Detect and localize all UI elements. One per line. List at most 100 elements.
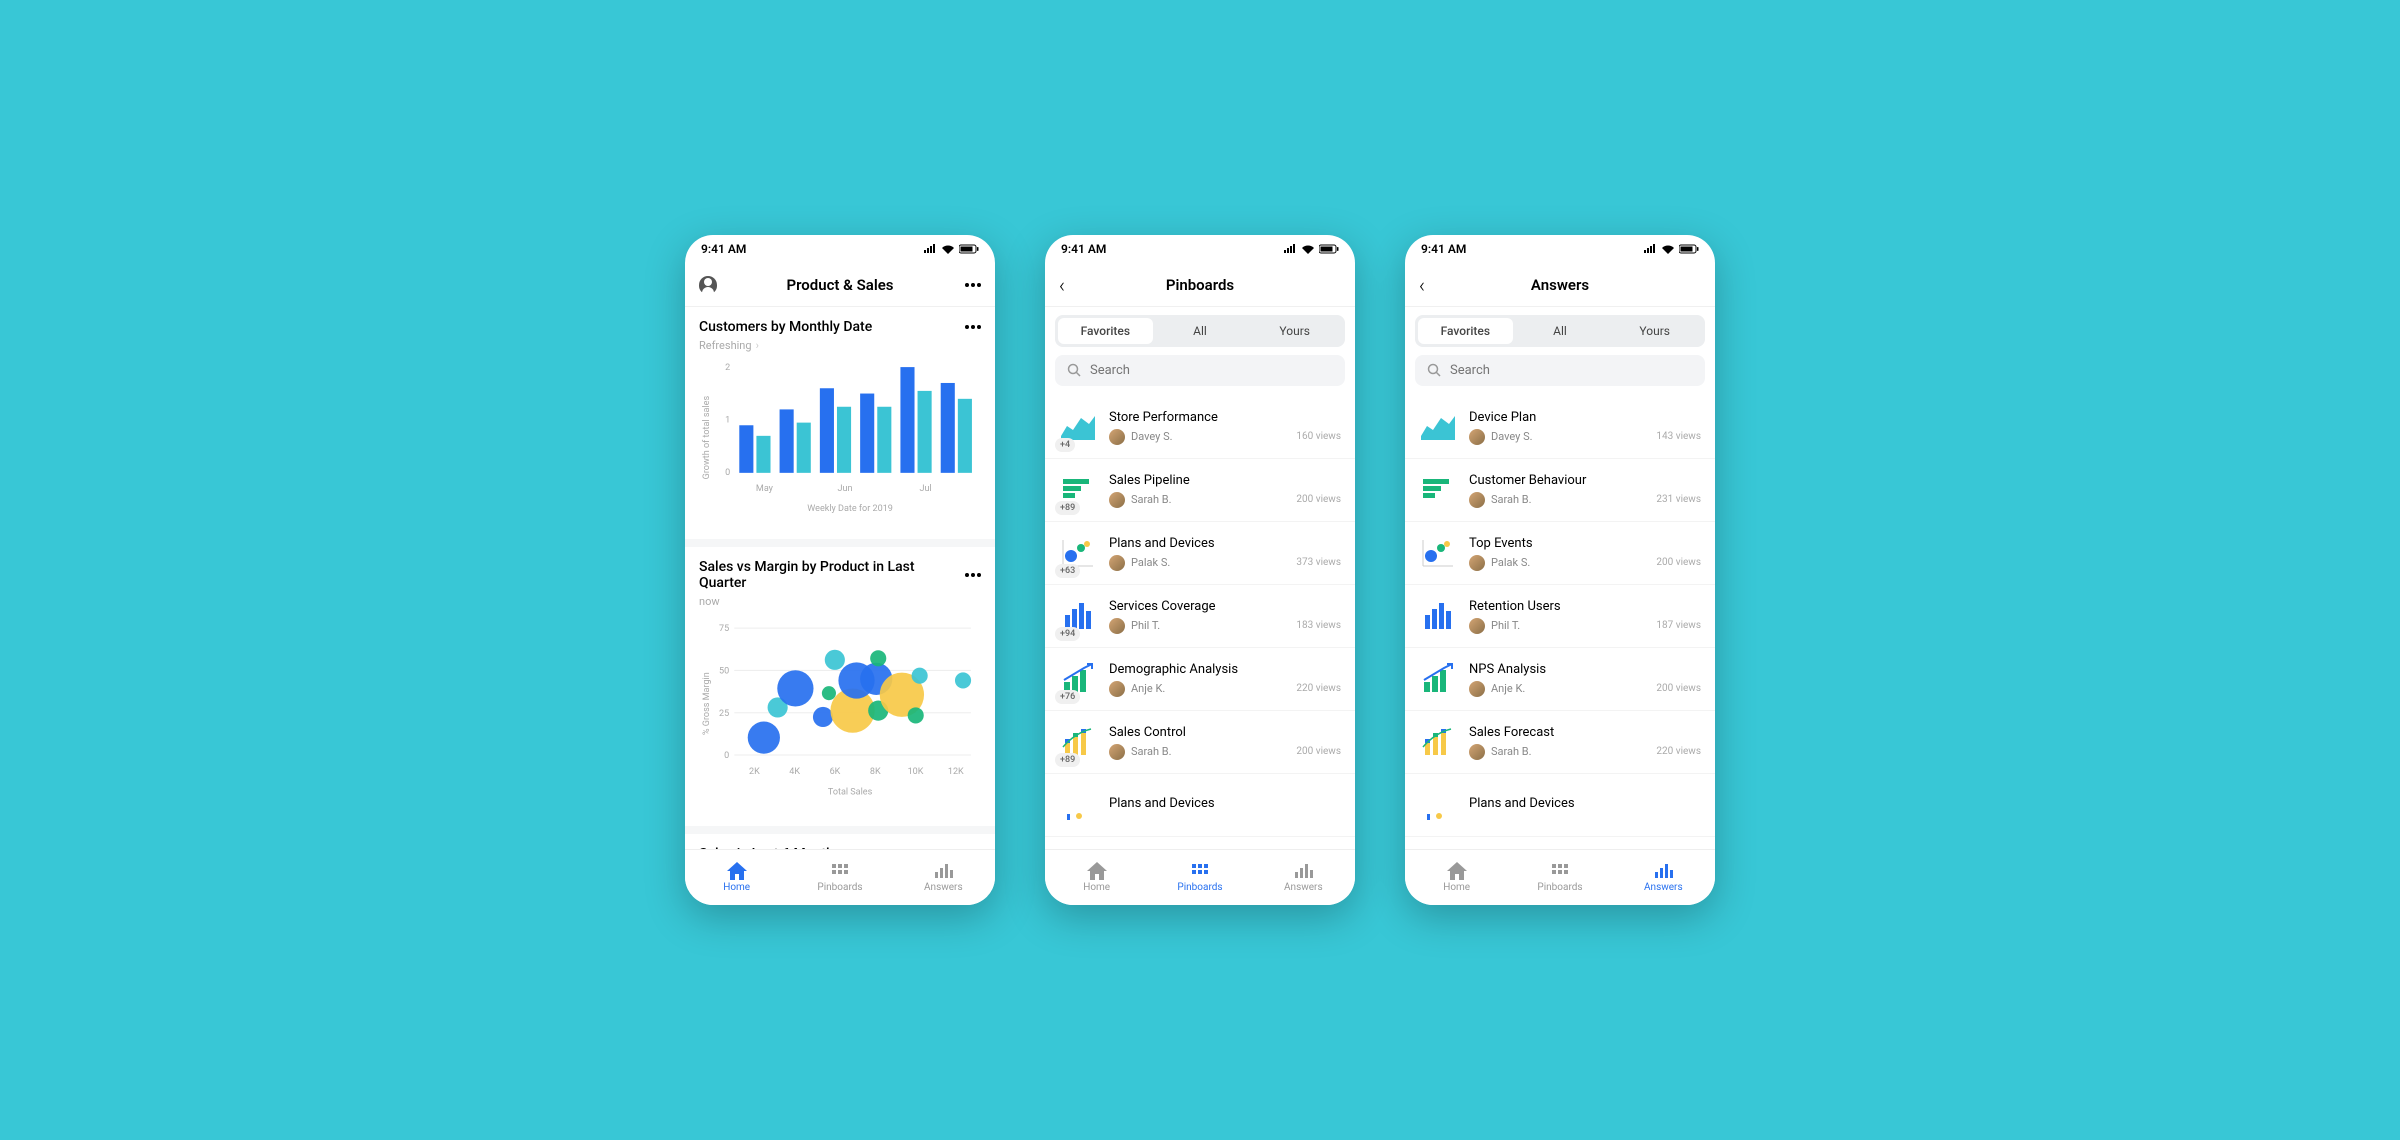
svg-text:Total Sales: Total Sales	[828, 788, 873, 798]
item-views: 220 views	[1656, 746, 1701, 757]
svg-text:6K: 6K	[830, 767, 841, 777]
item-title: Plans and Devices	[1469, 796, 1701, 811]
item-badge: +63	[1055, 564, 1080, 578]
item-views: 200 views	[1656, 683, 1701, 694]
search-input[interactable]	[1450, 363, 1693, 378]
list-item[interactable]: +4 Store Performance Davey S.160 views	[1045, 396, 1355, 459]
card-sales-margin[interactable]: Sales vs Margin by Product in Last Quart…	[685, 547, 995, 825]
svg-text:Jul: Jul	[920, 484, 932, 494]
back-button[interactable]: ‹	[1419, 273, 1425, 297]
list-item[interactable]: Customer Behaviour Sarah B.231 views	[1405, 459, 1715, 522]
profile-button[interactable]	[699, 276, 717, 294]
item-title: Services Coverage	[1109, 599, 1341, 614]
item-title: Plans and Devices	[1109, 536, 1341, 551]
more-dots-icon[interactable]	[965, 573, 981, 577]
svg-text:0: 0	[724, 751, 729, 761]
tab-all[interactable]: All	[1513, 318, 1608, 344]
bubble-chart: % Gross Margin 75 50 25 0 2K 4K 6K 8K 10…	[699, 608, 981, 809]
item-views: 200 views	[1296, 494, 1341, 505]
item-thumb-icon: +63	[1059, 534, 1097, 572]
svg-text:2: 2	[725, 363, 730, 373]
nav-answers[interactable]: Answers	[1252, 850, 1355, 905]
item-thumb-icon	[1419, 408, 1457, 446]
nav-pinboards[interactable]: Pinboards	[1508, 850, 1611, 905]
svg-text:12K: 12K	[948, 767, 964, 777]
nav-home[interactable]: Home	[685, 850, 788, 905]
item-author: Palak S.	[1469, 555, 1530, 571]
page-title: Product & Sales	[786, 276, 893, 294]
item-thumb-icon	[1419, 660, 1457, 698]
list-item[interactable]: Retention Users Phil T.187 views	[1405, 585, 1715, 648]
list-item[interactable]: +89 Sales Control Sarah B.200 views	[1045, 711, 1355, 774]
status-time: 9:41 AM	[1421, 242, 1466, 256]
tab-all[interactable]: All	[1153, 318, 1248, 344]
search-field[interactable]	[1055, 355, 1345, 386]
card-subtitle: Refreshing›	[699, 339, 981, 352]
status-icons	[1643, 244, 1699, 254]
item-badge: +76	[1055, 690, 1080, 704]
tab-favorites[interactable]: Favorites	[1418, 318, 1513, 344]
bottom-nav: Home Pinboards Answers	[1405, 849, 1715, 905]
search-wrap	[1045, 355, 1355, 396]
list-item[interactable]: +63 Plans and Devices Palak S.373 views	[1045, 522, 1355, 585]
svg-text:Growth of total sales: Growth of total sales	[702, 396, 712, 480]
nav-answers[interactable]: Answers	[892, 850, 995, 905]
item-title: Demographic Analysis	[1109, 662, 1341, 677]
nav-pinboards[interactable]: Pinboards	[788, 850, 891, 905]
header: ‹ Answers	[1405, 263, 1715, 307]
nav-home[interactable]: Home	[1405, 850, 1508, 905]
svg-text:8K: 8K	[870, 767, 881, 777]
search-input[interactable]	[1090, 363, 1333, 378]
home-icon	[727, 862, 747, 880]
list-item[interactable]: NPS Analysis Anje K.200 views	[1405, 648, 1715, 711]
item-author: Anje K.	[1469, 681, 1525, 697]
avatar-icon	[1109, 555, 1125, 571]
svg-text:2K: 2K	[749, 767, 760, 777]
nav-answers[interactable]: Answers	[1612, 850, 1715, 905]
item-badge: +89	[1055, 753, 1080, 767]
svg-text:50: 50	[719, 667, 729, 677]
item-views: 200 views	[1656, 557, 1701, 568]
item-thumb-icon: +94	[1059, 597, 1097, 635]
search-field[interactable]	[1415, 355, 1705, 386]
tab-favorites[interactable]: Favorites	[1058, 318, 1153, 344]
list-item[interactable]: Sales Forecast Sarah B.220 views	[1405, 711, 1715, 774]
svg-text:0: 0	[725, 468, 730, 478]
list-item[interactable]: Plans and Devices	[1405, 774, 1715, 837]
svg-text:4K: 4K	[789, 767, 800, 777]
item-author: Anje K.	[1109, 681, 1165, 697]
header: Product & Sales	[685, 263, 995, 307]
avatar-icon	[1109, 744, 1125, 760]
tabs: Favorites All Yours	[1405, 307, 1715, 355]
card-sales-6months[interactable]: Sales in Last 6 Months	[685, 834, 995, 849]
tab-yours[interactable]: Yours	[1607, 318, 1702, 344]
list-item[interactable]: Top Events Palak S.200 views	[1405, 522, 1715, 585]
more-dots-icon[interactable]	[965, 325, 981, 329]
card-title: Customers by Monthly Date	[699, 319, 872, 335]
phone-home: 9:41 AM Product & Sales Customers by Mon…	[685, 235, 995, 905]
avatar-icon	[1469, 555, 1485, 571]
avatar-icon	[1469, 492, 1485, 508]
phone-answers: 9:41 AM ‹ Answers Favorites All Yours De…	[1405, 235, 1715, 905]
status-bar: 9:41 AM	[685, 235, 995, 263]
list-item[interactable]: +76 Demographic Analysis Anje K.220 view…	[1045, 648, 1355, 711]
item-views: 160 views	[1296, 431, 1341, 442]
svg-text:1: 1	[725, 415, 730, 425]
back-button[interactable]: ‹	[1059, 273, 1065, 297]
status-bar: 9:41 AM	[1405, 235, 1715, 263]
item-thumb-icon: +89	[1059, 471, 1097, 509]
item-thumb-icon	[1419, 723, 1457, 761]
tab-yours[interactable]: Yours	[1247, 318, 1342, 344]
more-button[interactable]	[965, 283, 981, 287]
item-title: Sales Forecast	[1469, 725, 1701, 740]
list-item[interactable]: Device Plan Davey S.143 views	[1405, 396, 1715, 459]
list-item[interactable]: +89 Sales Pipeline Sarah B.200 views	[1045, 459, 1355, 522]
nav-home[interactable]: Home	[1045, 850, 1148, 905]
card-customers[interactable]: Customers by Monthly Date Refreshing› Gr…	[685, 307, 995, 539]
list-item[interactable]: +94 Services Coverage Phil T.183 views	[1045, 585, 1355, 648]
avatar-icon	[1469, 618, 1485, 634]
item-title: Store Performance	[1109, 410, 1341, 425]
list-content: +4 Store Performance Davey S.160 views +…	[1045, 396, 1355, 849]
nav-pinboards[interactable]: Pinboards	[1148, 850, 1251, 905]
list-item[interactable]: Plans and Devices	[1045, 774, 1355, 837]
